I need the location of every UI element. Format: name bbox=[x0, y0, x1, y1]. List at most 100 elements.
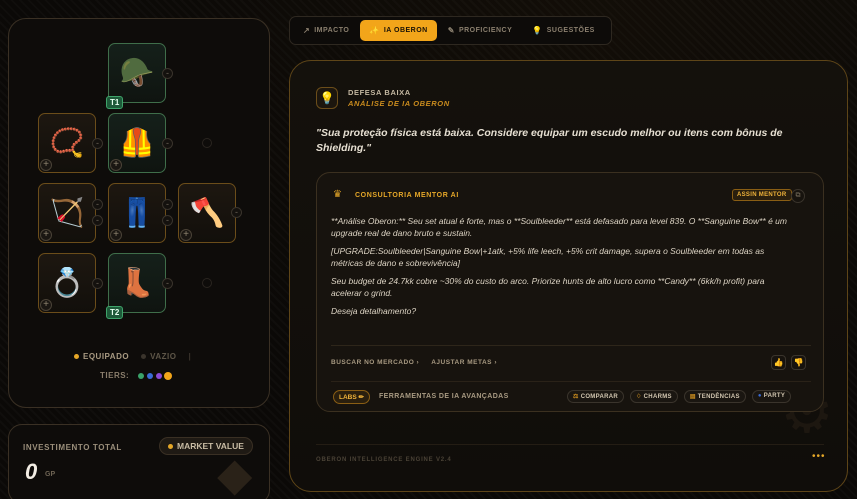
tier-dot-purple bbox=[156, 372, 163, 379]
equipment-slot-helmet[interactable]: 🪖 T1 bbox=[106, 43, 166, 109]
add-weapon-button[interactable]: + bbox=[40, 229, 52, 241]
equipment-slot-legs[interactable]: 👖 + bbox=[108, 183, 166, 243]
remove-boots-button[interactable]: - bbox=[162, 278, 173, 289]
party-icon: ● bbox=[757, 393, 762, 399]
shield-icon: 🪓 bbox=[189, 197, 225, 228]
mentor-paragraph: [UPGRADE:Soulbleeder|Sanguine Bow|+1atk,… bbox=[331, 246, 765, 268]
tiers-legend: TIERS: bbox=[100, 371, 172, 380]
bow-icon: 🏹 bbox=[49, 197, 85, 228]
diamond-watermark-icon: ◆ bbox=[217, 448, 253, 499]
remove-legs-alt-button[interactable]: - bbox=[162, 215, 173, 226]
compare-button[interactable]: ⚖ COMPARAR bbox=[567, 390, 624, 403]
remove-armor-button[interactable]: - bbox=[162, 138, 173, 149]
divider bbox=[331, 381, 811, 382]
trends-button[interactable]: ▤ TENDÊNCIAS bbox=[683, 390, 746, 403]
empty-slot-dot bbox=[202, 278, 212, 288]
investment-value: 0 bbox=[25, 459, 38, 484]
mentor-paragraph: Deseja detalhamento? bbox=[331, 306, 417, 316]
add-legs-button[interactable]: + bbox=[110, 229, 122, 241]
lightbulb-icon: 💡 bbox=[532, 26, 543, 35]
investment-panel: INVESTIMENTO TOTAL MARKET VALUE 0 GP ◆ bbox=[8, 424, 270, 499]
legend-equipped: EQUIPADO bbox=[74, 352, 129, 361]
equipment-slot-weapon[interactable]: 🏹 + bbox=[38, 183, 96, 243]
party-button[interactable]: ● PARTY bbox=[751, 390, 792, 403]
divider bbox=[331, 345, 811, 346]
assign-mentor-button[interactable]: ASSIN MENTOR bbox=[732, 189, 792, 201]
market-dot bbox=[168, 444, 173, 450]
tier-badge: T1 bbox=[106, 96, 124, 109]
add-ring-button[interactable]: + bbox=[40, 299, 52, 311]
thumbs-up-icon[interactable]: 👍 bbox=[771, 355, 786, 370]
equipment-slot-shield[interactable]: 🪓 + bbox=[178, 183, 236, 243]
engine-version: OBERON INTELLIGENCE ENGINE V2.4 bbox=[316, 457, 452, 463]
equipment-slot-empty[interactable] bbox=[178, 113, 236, 173]
equipped-dot bbox=[74, 354, 79, 360]
tab-ia-oberon[interactable]: ✨ IA OBERON bbox=[360, 20, 437, 41]
equipment-slot-armor[interactable]: 🦺 + bbox=[108, 113, 166, 173]
equipment-panel: 🪖 T1 - 📿 + - 🦺 + - 🏹 + - - 👖 + - - 🪓 + -… bbox=[8, 18, 270, 408]
investment-unit: GP bbox=[45, 471, 56, 478]
search-market-link[interactable]: BUSCAR NO MERCADO › bbox=[331, 359, 419, 366]
equipment-slot-empty[interactable] bbox=[178, 253, 236, 313]
tool-pills: ⚖ COMPARAR ♢ CHARMS ▤ TENDÊNCIAS ● PARTY bbox=[567, 390, 792, 403]
tier-dot-green bbox=[138, 372, 145, 379]
adjust-goals-link[interactable]: AJUSTAR METAS › bbox=[431, 359, 497, 366]
tab-impacto[interactable]: ↗ IMPACTO bbox=[294, 20, 358, 41]
charm-icon: ♢ bbox=[635, 394, 642, 400]
ai-analysis-panel: ⚙ 💡 DEFESA BAIXA ANÁLISE DE IA OBERON "S… bbox=[289, 60, 848, 492]
mentor-card: ♛ CONSULTORIA MENTOR AI ASSIN MENTOR ⧉ *… bbox=[316, 172, 824, 412]
empty-slot-dot bbox=[202, 138, 212, 148]
equipment-slot-amulet[interactable]: 📿 + bbox=[38, 113, 96, 173]
trend-icon: ↗ bbox=[303, 26, 311, 35]
remove-weapon-alt-button[interactable]: - bbox=[92, 215, 103, 226]
add-shield-button[interactable]: + bbox=[180, 229, 192, 241]
boots-icon: 👢 bbox=[119, 267, 155, 298]
legend-separator: | bbox=[188, 352, 192, 361]
legend-empty: VAZIO bbox=[141, 352, 176, 361]
add-amulet-button[interactable]: + bbox=[40, 159, 52, 171]
remove-weapon-button[interactable]: - bbox=[92, 199, 103, 210]
insight-quote: "Sua proteção física está baixa. Conside… bbox=[316, 127, 783, 154]
empty-dot bbox=[141, 354, 147, 360]
thumbs-down-icon[interactable]: 👎 bbox=[791, 355, 806, 370]
labs-tools-label: FERRAMENTAS DE IA AVANÇADAS bbox=[379, 393, 509, 400]
sparkle-icon: ✨ bbox=[369, 26, 380, 35]
insight-subtitle: ANÁLISE DE IA OBERON bbox=[348, 99, 450, 108]
amulet-icon: 📿 bbox=[49, 127, 85, 158]
remove-legs-button[interactable]: - bbox=[162, 199, 173, 210]
labs-badge[interactable]: LABS ✏ bbox=[333, 390, 370, 404]
legs-icon: 👖 bbox=[119, 197, 155, 228]
charms-button[interactable]: ♢ CHARMS bbox=[629, 390, 678, 403]
tier-dot-blue bbox=[147, 372, 154, 379]
helmet-icon: 🪖 bbox=[119, 57, 155, 88]
insight-title: DEFESA BAIXA bbox=[348, 88, 411, 97]
ring-icon: 💍 bbox=[49, 267, 85, 298]
tier-badge: T2 bbox=[106, 306, 124, 319]
equipment-legend: EQUIPADO VAZIO | bbox=[74, 352, 191, 361]
mentor-title: CONSULTORIA MENTOR AI bbox=[355, 192, 459, 199]
remove-ring-button[interactable]: - bbox=[92, 278, 103, 289]
more-options-icon[interactable]: ••• bbox=[812, 451, 826, 462]
compare-icon: ⚖ bbox=[573, 394, 579, 400]
equipment-slot-boots[interactable]: 👢 T2 bbox=[106, 253, 166, 319]
copy-icon[interactable]: ⧉ bbox=[791, 189, 805, 203]
remove-shield-button[interactable]: - bbox=[231, 207, 242, 218]
armor-icon: 🦺 bbox=[119, 127, 155, 158]
investment-label: INVESTIMENTO TOTAL bbox=[23, 443, 122, 452]
lightbulb-icon: 💡 bbox=[316, 87, 338, 109]
equipment-slot-ring[interactable]: 💍 + bbox=[38, 253, 96, 313]
remove-amulet-button[interactable]: - bbox=[92, 138, 103, 149]
tab-proficiency[interactable]: ✎ PROFICIENCY bbox=[439, 20, 522, 41]
tier-dot-gold bbox=[165, 372, 172, 379]
remove-helmet-button[interactable]: - bbox=[162, 68, 173, 79]
mentor-paragraph: Seu budget de 24.7kk cobre ~30% do custo… bbox=[331, 276, 765, 298]
crown-icon: ♛ bbox=[333, 189, 342, 200]
mentor-paragraph: **Análise Oberon:** Seu set atual é fort… bbox=[331, 216, 787, 238]
mentor-message: **Análise Oberon:** Seu set atual é fort… bbox=[331, 215, 793, 323]
add-armor-button[interactable]: + bbox=[110, 159, 122, 171]
tab-sugestoes[interactable]: 💡 SUGESTÕES bbox=[523, 20, 604, 41]
wrench-icon: ✎ bbox=[447, 26, 455, 35]
tiers-label: TIERS: bbox=[100, 371, 130, 380]
mentor-actions: BUSCAR NO MERCADO › AJUSTAR METAS › bbox=[331, 359, 497, 366]
footer-divider bbox=[316, 444, 824, 445]
